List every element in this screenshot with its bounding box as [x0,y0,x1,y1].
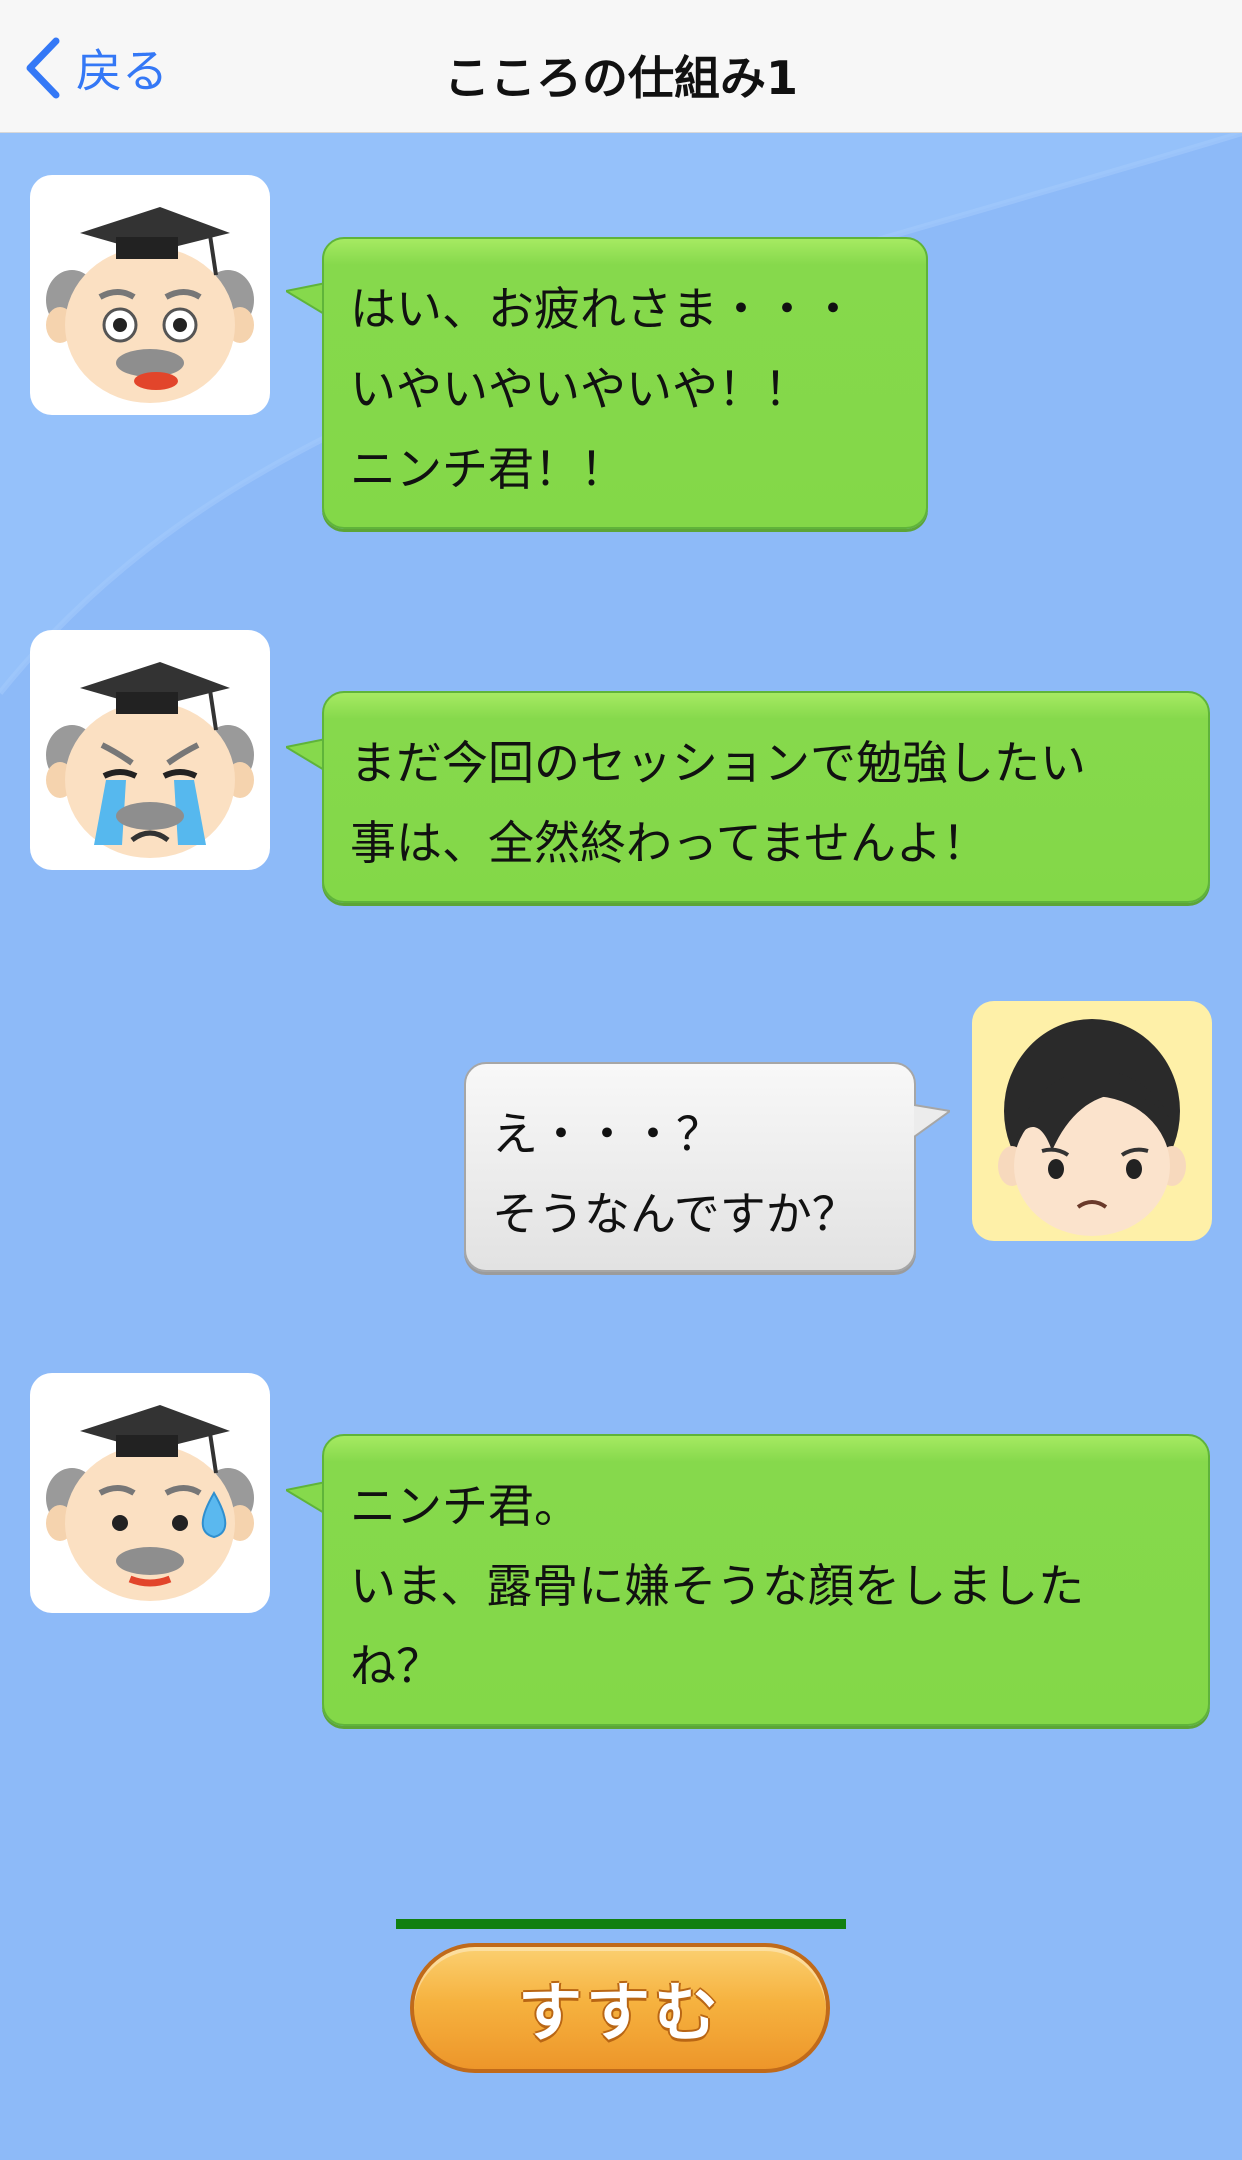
user-message: え・・・？ そうなんですか？ [464,1062,916,1272]
professor-crying-icon [46,662,254,858]
navigation-bar: 戻る こころの仕組み1 [0,0,1242,133]
professor-message: まだ今回のセッションで勉強したい 事は、全然終わってませんよ！ [322,691,1210,903]
professor-message: はい、お疲れさま・・・ いやいやいやいや！！ ニンチ君！！ [322,237,928,529]
chat-area: はい、お疲れさま・・・ いやいやいやいや！！ ニンチ君！！ まだ今回のセッション… [0,133,1242,2160]
bubble-tail [286,282,326,316]
professor-avatar [30,175,270,415]
professor-avatar [30,630,270,870]
page-title: こころの仕組み1 [443,51,798,105]
user-avatar [972,1001,1212,1241]
professor-message: ニンチ君。 いま、露骨に嫌そうな顔をしました ね？ [322,1434,1210,1726]
professor-sweating-icon [46,1405,254,1601]
progress-bar [396,1919,846,1929]
professor-avatar [30,1373,270,1613]
bubble-tail [914,1104,950,1138]
bubble-tail [286,1481,326,1515]
next-button[interactable]: すすむ [410,1943,830,2073]
bubble-tail [286,738,326,772]
next-button-label: すすむ [518,1977,722,2051]
boy-worried-icon [998,1019,1186,1236]
professor-surprised-icon [46,207,254,403]
